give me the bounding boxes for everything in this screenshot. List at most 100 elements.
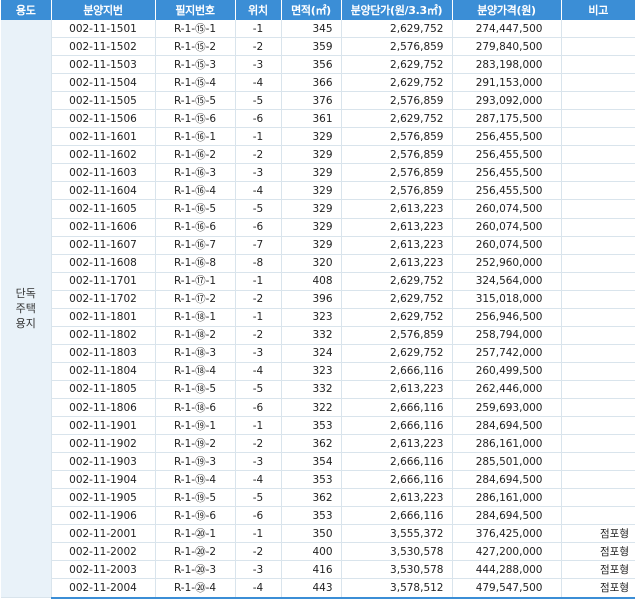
sale-price-cell: 283,198,000 xyxy=(452,55,562,75)
parcel-number-cell: R-1-⑳-4 xyxy=(155,578,236,599)
header-sale-price: 분양가격(원) xyxy=(452,0,562,20)
lot-number-cell: 002-11-1603 xyxy=(51,163,156,183)
area-cell: 332 xyxy=(281,326,342,345)
parcel-number-cell: R-1-⑮-1 xyxy=(155,20,236,39)
lot-number-cell: 002-11-1804 xyxy=(51,362,156,381)
area-cell: 353 xyxy=(281,470,342,490)
sale-price-cell: 256,455,500 xyxy=(452,145,562,165)
table-row: 002-11-1804 R-1-⑱-4 -4 323 2,666,116 260,499,… xyxy=(1,362,635,381)
lot-number-cell: 002-11-1901 xyxy=(51,416,156,436)
position-cell: -1 xyxy=(235,308,282,327)
parcel-number-cell: R-1-⑯-6 xyxy=(155,218,236,237)
area-cell: 329 xyxy=(281,163,342,183)
sale-price-cell: 279,840,500 xyxy=(452,37,562,57)
lot-number-cell: 002-11-1905 xyxy=(51,488,156,508)
area-cell: 356 xyxy=(281,55,342,75)
table-row: 002-11-2001 R-1-⑳-1 -1 350 3,555,372 376,425,… xyxy=(1,524,635,544)
position-cell: -5 xyxy=(235,199,282,219)
unit-price-cell: 2,576,859 xyxy=(341,181,453,201)
position-cell: -1 xyxy=(235,20,282,39)
table-row: 002-11-1702 R-1-⑰-2 -2 396 2,629,752 315,018,… xyxy=(1,290,635,309)
lot-number-cell: 002-11-1501 xyxy=(51,20,156,39)
area-cell: 361 xyxy=(281,109,342,129)
table-row: 002-11-1503 R-1-⑮-3 -3 356 2,629,752 283,198,… xyxy=(1,55,635,75)
table-row: 002-11-1502 R-1-⑮-2 -2 359 2,576,859 279,840,… xyxy=(1,37,635,57)
position-cell: -5 xyxy=(235,380,282,399)
lot-number-cell: 002-11-1701 xyxy=(51,272,156,291)
lot-number-cell: 002-11-1702 xyxy=(51,290,156,309)
table-row: 002-11-1805 R-1-⑱-5 -5 332 2,613,223 262,446,… xyxy=(1,380,635,399)
table-row: 002-11-2004 R-1-⑳-4 -4 443 3,578,512 479,547,… xyxy=(1,578,635,599)
unit-price-cell: 2,629,752 xyxy=(341,73,453,93)
lot-number-cell: 002-11-1904 xyxy=(51,470,156,490)
sale-price-cell: 260,499,500 xyxy=(452,362,562,381)
lot-number-cell: 002-11-1902 xyxy=(51,434,156,454)
position-cell: -6 xyxy=(235,506,282,526)
table-row: 002-11-1701 R-1-⑰-1 -1 408 2,629,752 324,564,… xyxy=(1,272,635,291)
note-cell xyxy=(561,109,635,129)
position-cell: -2 xyxy=(235,37,282,57)
table-row: 002-11-1607 R-1-⑯-7 -7 329 2,613,223 260,074,… xyxy=(1,236,635,255)
table-row: 002-11-1906 R-1-⑲-6 -6 353 2,666,116 284,694,… xyxy=(1,506,635,526)
sale-price-cell: 259,693,000 xyxy=(452,398,562,418)
table-row: 002-11-1505 R-1-⑮-5 -5 376 2,576,859 293,092,… xyxy=(1,91,635,111)
sale-price-cell: 252,960,000 xyxy=(452,254,562,273)
unit-price-cell: 2,629,752 xyxy=(341,109,453,129)
note-cell xyxy=(561,20,635,39)
parcel-number-cell: R-1-⑯-2 xyxy=(155,145,236,165)
position-cell: -4 xyxy=(235,181,282,201)
table-row: 002-11-1602 R-1-⑯-2 -2 329 2,576,859 256,455,… xyxy=(1,145,635,165)
lot-number-cell: 002-11-1607 xyxy=(51,236,156,255)
sale-price-cell: 260,074,500 xyxy=(452,236,562,255)
area-cell: 376 xyxy=(281,91,342,111)
parcel-number-cell: R-1-⑰-2 xyxy=(155,290,236,309)
table-row: 002-11-1902 R-1-⑲-2 -2 362 2,613,223 286,161,… xyxy=(1,434,635,454)
note-cell xyxy=(561,506,635,526)
position-cell: -2 xyxy=(235,542,282,562)
sale-price-cell: 444,288,000 xyxy=(452,560,562,580)
header-position: 위치 xyxy=(235,0,282,20)
sale-price-cell: 284,694,500 xyxy=(452,506,562,526)
lot-number-cell: 002-11-1602 xyxy=(51,145,156,165)
sale-price-cell: 274,447,500 xyxy=(452,20,562,39)
parcel-number-cell: R-1-⑲-5 xyxy=(155,488,236,508)
position-cell: -6 xyxy=(235,109,282,129)
parcel-number-cell: R-1-⑲-2 xyxy=(155,434,236,454)
sale-price-cell: 376,425,000 xyxy=(452,524,562,544)
sale-price-cell: 324,564,000 xyxy=(452,272,562,291)
unit-price-cell: 2,613,223 xyxy=(341,380,453,399)
unit-price-cell: 2,666,116 xyxy=(341,398,453,418)
sale-price-cell: 427,200,000 xyxy=(452,542,562,562)
unit-price-cell: 2,629,752 xyxy=(341,344,453,363)
lot-number-cell: 002-11-1502 xyxy=(51,37,156,57)
area-cell: 443 xyxy=(281,578,342,599)
note-cell xyxy=(561,398,635,418)
table-row: 002-11-1802 R-1-⑱-2 -2 332 2,576,859 258,794,… xyxy=(1,326,635,345)
note-cell xyxy=(561,37,635,57)
area-cell: 366 xyxy=(281,73,342,93)
table-row: 002-11-1504 R-1-⑮-4 -4 366 2,629,752 291,153,… xyxy=(1,73,635,93)
lot-number-cell: 002-11-1606 xyxy=(51,218,156,237)
unit-price-cell: 3,530,578 xyxy=(341,542,453,562)
parcel-number-cell: R-1-⑯-5 xyxy=(155,199,236,219)
area-cell: 345 xyxy=(281,20,342,39)
table-row: 002-11-1601 R-1-⑯-1 -1 329 2,576,859 256,455,… xyxy=(1,127,635,147)
position-cell: -4 xyxy=(235,470,282,490)
sale-price-cell: 285,501,000 xyxy=(452,452,562,472)
unit-price-cell: 2,666,116 xyxy=(341,452,453,472)
note-cell xyxy=(561,434,635,454)
lot-number-cell: 002-11-1806 xyxy=(51,398,156,418)
area-cell: 353 xyxy=(281,416,342,436)
parcel-number-cell: R-1-⑲-3 xyxy=(155,452,236,472)
lot-number-cell: 002-11-1601 xyxy=(51,127,156,147)
unit-price-cell: 3,530,578 xyxy=(341,560,453,580)
parcel-number-cell: R-1-⑯-4 xyxy=(155,181,236,201)
position-cell: -6 xyxy=(235,398,282,418)
area-cell: 329 xyxy=(281,127,342,147)
position-cell: -1 xyxy=(235,272,282,291)
note-cell: 점포형 xyxy=(561,542,635,562)
area-cell: 354 xyxy=(281,452,342,472)
position-cell: -1 xyxy=(235,524,282,544)
parcel-number-cell: R-1-⑱-5 xyxy=(155,380,236,399)
usage-line: 단독 xyxy=(15,287,36,300)
